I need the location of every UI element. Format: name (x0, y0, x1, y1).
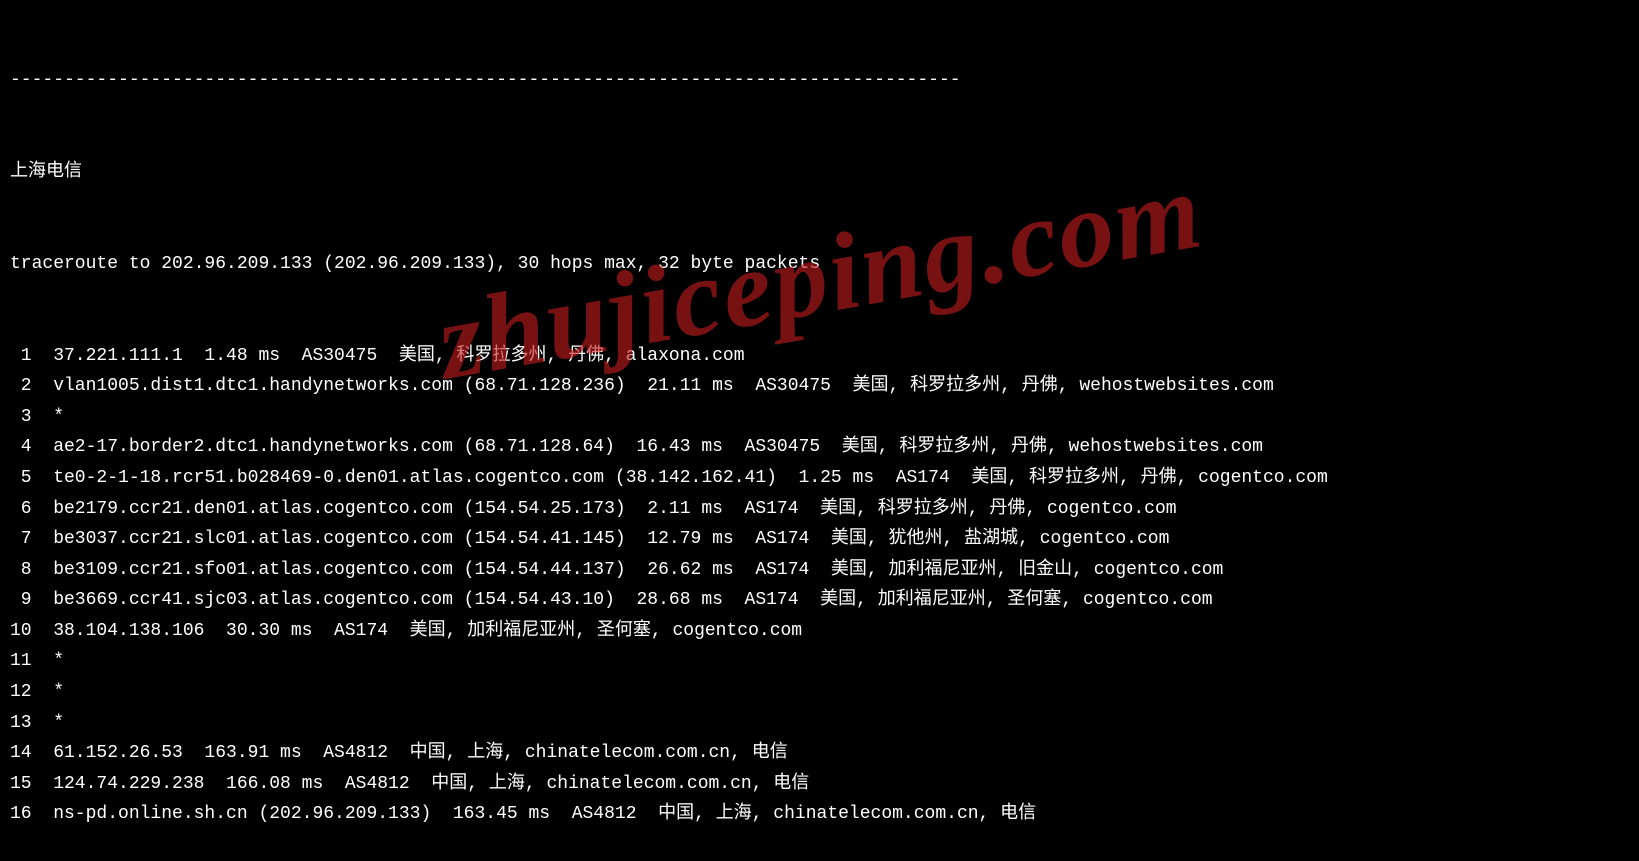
divider-line: ----------------------------------------… (10, 65, 1629, 96)
hop-line: 7 be3037.ccr21.slc01.atlas.cogentco.com … (10, 524, 1629, 555)
hop-line: 9 be3669.ccr41.sjc03.atlas.cogentco.com … (10, 585, 1629, 616)
hops-list: 1 37.221.111.1 1.48 ms AS30475 美国, 科罗拉多州… (10, 341, 1629, 831)
hop-line: 11 * (10, 646, 1629, 677)
hop-line: 3 * (10, 402, 1629, 433)
hop-line: 14 61.152.26.53 163.91 ms AS4812 中国, 上海,… (10, 738, 1629, 769)
traceroute-command: traceroute to 202.96.209.133 (202.96.209… (10, 249, 1629, 280)
hop-line: 5 te0-2-1-18.rcr51.b028469-0.den01.atlas… (10, 463, 1629, 494)
hop-line: 15 124.74.229.238 166.08 ms AS4812 中国, 上… (10, 769, 1629, 800)
hop-line: 4 ae2-17.border2.dtc1.handynetworks.com … (10, 432, 1629, 463)
header-line: 上海电信 (10, 157, 1629, 188)
terminal-output: ----------------------------------------… (10, 4, 1629, 861)
hop-line: 16 ns-pd.online.sh.cn (202.96.209.133) 1… (10, 799, 1629, 830)
hop-line: 8 be3109.ccr21.sfo01.atlas.cogentco.com … (10, 555, 1629, 586)
hop-line: 10 38.104.138.106 30.30 ms AS174 美国, 加利福… (10, 616, 1629, 647)
hop-line: 13 * (10, 708, 1629, 739)
hop-line: 12 * (10, 677, 1629, 708)
hop-line: 6 be2179.ccr21.den01.atlas.cogentco.com … (10, 494, 1629, 525)
hop-line: 2 vlan1005.dist1.dtc1.handynetworks.com … (10, 371, 1629, 402)
hop-line: 1 37.221.111.1 1.48 ms AS30475 美国, 科罗拉多州… (10, 341, 1629, 372)
